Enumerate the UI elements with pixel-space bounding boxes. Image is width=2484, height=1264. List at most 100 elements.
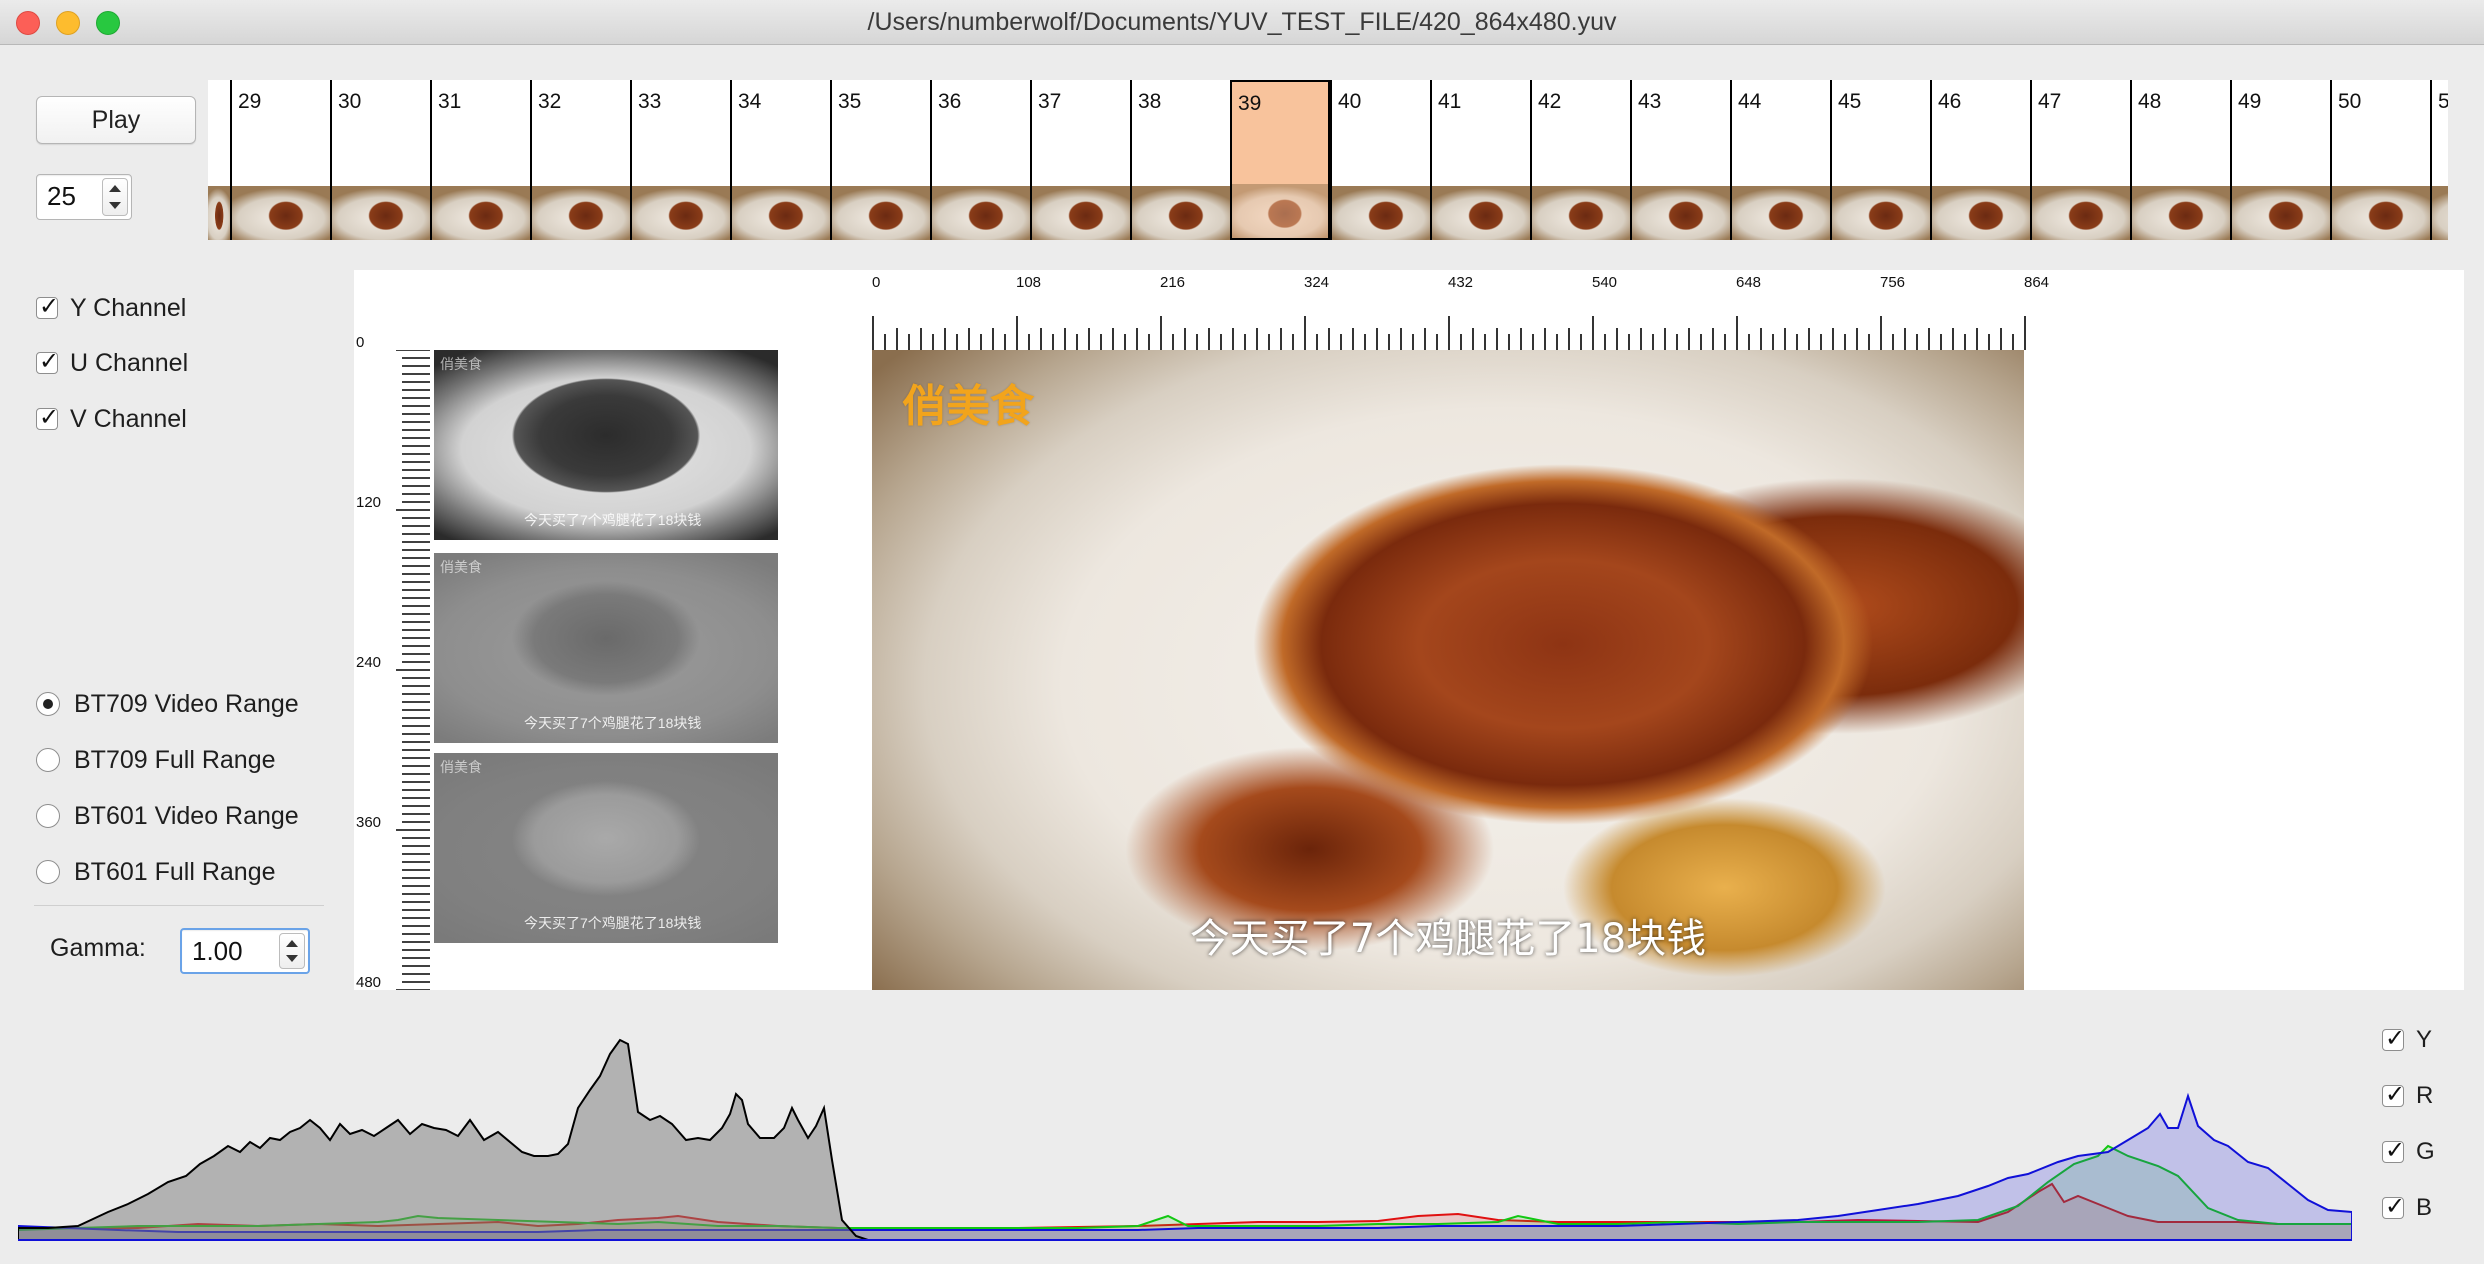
plane-caption: 今天买了7个鸡腿花了18块钱 xyxy=(524,715,702,731)
frame-thumbnail xyxy=(2032,186,2130,240)
window-title: /Users/numberwolf/Documents/YUV_TEST_FIL… xyxy=(867,8,1617,36)
radio-icon[interactable] xyxy=(36,692,60,716)
image-viewer[interactable]: 0 108 216 324 432 540 648 756 864 0 120 240 360 480 … xyxy=(354,270,2464,990)
ruler-label: 756 xyxy=(1880,274,1906,291)
histogram-g-toggle[interactable]: G xyxy=(2382,1136,2435,1168)
stepper-down-icon[interactable] xyxy=(286,955,298,962)
frame-number: 45 xyxy=(1838,90,1862,113)
ruler-label: 360 xyxy=(356,814,382,831)
gamma-label: Gamma: xyxy=(50,934,146,962)
frame-thumb-37[interactable]: 37 xyxy=(1030,80,1130,240)
checkbox-icon[interactable] xyxy=(36,347,59,375)
frame-thumbnail xyxy=(1332,186,1430,240)
y-channel-checkbox[interactable]: Y Channel xyxy=(36,292,186,324)
radio-icon[interactable] xyxy=(36,804,60,828)
frame-number: 47 xyxy=(2038,90,2062,113)
play-button[interactable]: Play xyxy=(36,96,196,144)
radio-icon[interactable] xyxy=(36,860,60,884)
range-option-bt709-full[interactable]: BT709 Full Range xyxy=(36,744,276,776)
frame-filmstrip[interactable]: 29 30 31 32 33 34 35 36 37 38 39 40 41 42 43 44 45 46 47 48… xyxy=(208,80,2448,240)
frame-thumb-48[interactable]: 48 xyxy=(2130,80,2230,240)
v-channel-checkbox[interactable]: V Channel xyxy=(36,403,187,435)
y-channel-label: Y Channel xyxy=(70,293,187,322)
stepper-up-icon[interactable] xyxy=(286,940,298,947)
histogram-r-toggle[interactable]: R xyxy=(2382,1080,2433,1112)
frame-thumb-30[interactable]: 30 xyxy=(330,80,430,240)
frame-thumbnail xyxy=(2232,186,2330,240)
frame-thumb-32[interactable]: 32 xyxy=(530,80,630,240)
range-option-bt601-full[interactable]: BT601 Full Range xyxy=(36,856,276,888)
frame-number: 42 xyxy=(1538,90,1562,113)
frame-thumb-49[interactable]: 49 xyxy=(2230,80,2330,240)
fps-value: 25 xyxy=(47,181,76,211)
frame-partial xyxy=(208,80,230,240)
frame-thumb-42[interactable]: 42 xyxy=(1530,80,1630,240)
ruler-label: 432 xyxy=(1448,274,1474,291)
histogram-b-toggle[interactable]: B xyxy=(2382,1192,2432,1224)
checkbox-icon[interactable] xyxy=(36,292,59,320)
watermark-logo: 俏美食 xyxy=(902,381,1034,432)
stepper-down-icon[interactable] xyxy=(109,202,121,209)
checkbox-icon[interactable] xyxy=(36,403,59,431)
ruler-label: 0 xyxy=(356,334,365,351)
checkbox-icon[interactable] xyxy=(2382,1080,2405,1108)
plane-watermark: 俏美食 xyxy=(440,559,482,575)
ruler-label: 240 xyxy=(356,654,382,671)
horizontal-ruler xyxy=(872,316,2026,350)
frame-number: 35 xyxy=(838,90,862,113)
checkbox-icon[interactable] xyxy=(2382,1192,2405,1220)
frame-thumbnail xyxy=(832,186,930,240)
frame-thumbnail xyxy=(332,186,430,240)
fps-stepper-arrows[interactable] xyxy=(102,178,128,216)
radio-icon[interactable] xyxy=(36,748,60,772)
range-option-bt709-video[interactable]: BT709 Video Range xyxy=(36,688,299,720)
frame-thumb-36[interactable]: 36 xyxy=(930,80,1030,240)
title-bar: /Users/numberwolf/Documents/YUV_TEST_FIL… xyxy=(0,0,2484,45)
checkbox-icon[interactable] xyxy=(2382,1136,2405,1164)
frame-thumb-29[interactable]: 29 xyxy=(230,80,330,240)
u-plane-preview: 俏美食 今天买了7个鸡腿花了18块钱 xyxy=(434,553,778,743)
frame-thumb-45[interactable]: 45 xyxy=(1830,80,1930,240)
frame-thumb-38[interactable]: 38 xyxy=(1130,80,1230,240)
ruler-label: 0 xyxy=(872,274,881,291)
y-plane-preview: 俏美食 今天买了7个鸡腿花了18块钱 xyxy=(434,350,778,540)
ruler-label: 216 xyxy=(1160,274,1186,291)
frame-number: 38 xyxy=(1138,90,1162,113)
frame-thumb-50[interactable]: 50 xyxy=(2330,80,2430,240)
frame-thumb-31[interactable]: 31 xyxy=(430,80,530,240)
histogram-y-toggle[interactable]: Y xyxy=(2382,1024,2432,1056)
frame-thumb-47[interactable]: 47 xyxy=(2030,80,2130,240)
range-option-bt601-video[interactable]: BT601 Video Range xyxy=(36,800,299,832)
frame-number: 40 xyxy=(1338,90,1362,113)
frame-thumb-40[interactable]: 40 xyxy=(1330,80,1430,240)
frame-number: 36 xyxy=(938,90,962,113)
plane-caption: 今天买了7个鸡腿花了18块钱 xyxy=(524,915,702,931)
checkbox-icon[interactable] xyxy=(2382,1024,2405,1052)
frame-thumb-46[interactable]: 46 xyxy=(1930,80,2030,240)
frame-number: 43 xyxy=(1638,90,1662,113)
gamma-stepper-arrows[interactable] xyxy=(279,933,305,969)
ruler-label: 864 xyxy=(2024,274,2050,291)
frame-thumb-44[interactable]: 44 xyxy=(1730,80,1830,240)
frame-thumb-35[interactable]: 35 xyxy=(830,80,930,240)
frame-number: 49 xyxy=(2238,90,2262,113)
histogram-b-label: B xyxy=(2416,1194,2433,1221)
frame-number: 46 xyxy=(1938,90,1962,113)
gamma-stepper[interactable]: 1.00 xyxy=(180,928,310,974)
frame-thumb-43[interactable]: 43 xyxy=(1630,80,1730,240)
frame-thumb-41[interactable]: 41 xyxy=(1430,80,1530,240)
plane-watermark: 俏美食 xyxy=(440,356,482,372)
frame-thumb-39[interactable]: 39 xyxy=(1230,80,1330,240)
stepper-up-icon[interactable] xyxy=(109,185,121,192)
fps-stepper[interactable]: 25 xyxy=(36,174,132,220)
frame-thumb-5[interactable]: 5 xyxy=(2430,80,2448,240)
histogram-y-series xyxy=(18,1038,869,1241)
histogram-y-label: Y xyxy=(2416,1026,2433,1053)
frame-thumb-34[interactable]: 34 xyxy=(730,80,830,240)
frame-thumb-33[interactable]: 33 xyxy=(630,80,730,240)
plane-watermark: 俏美食 xyxy=(440,759,482,775)
frame-thumbnail xyxy=(632,186,730,240)
u-channel-checkbox[interactable]: U Channel xyxy=(36,347,188,379)
frame-number: 50 xyxy=(2338,90,2362,113)
gamma-value[interactable]: 1.00 xyxy=(192,936,243,967)
